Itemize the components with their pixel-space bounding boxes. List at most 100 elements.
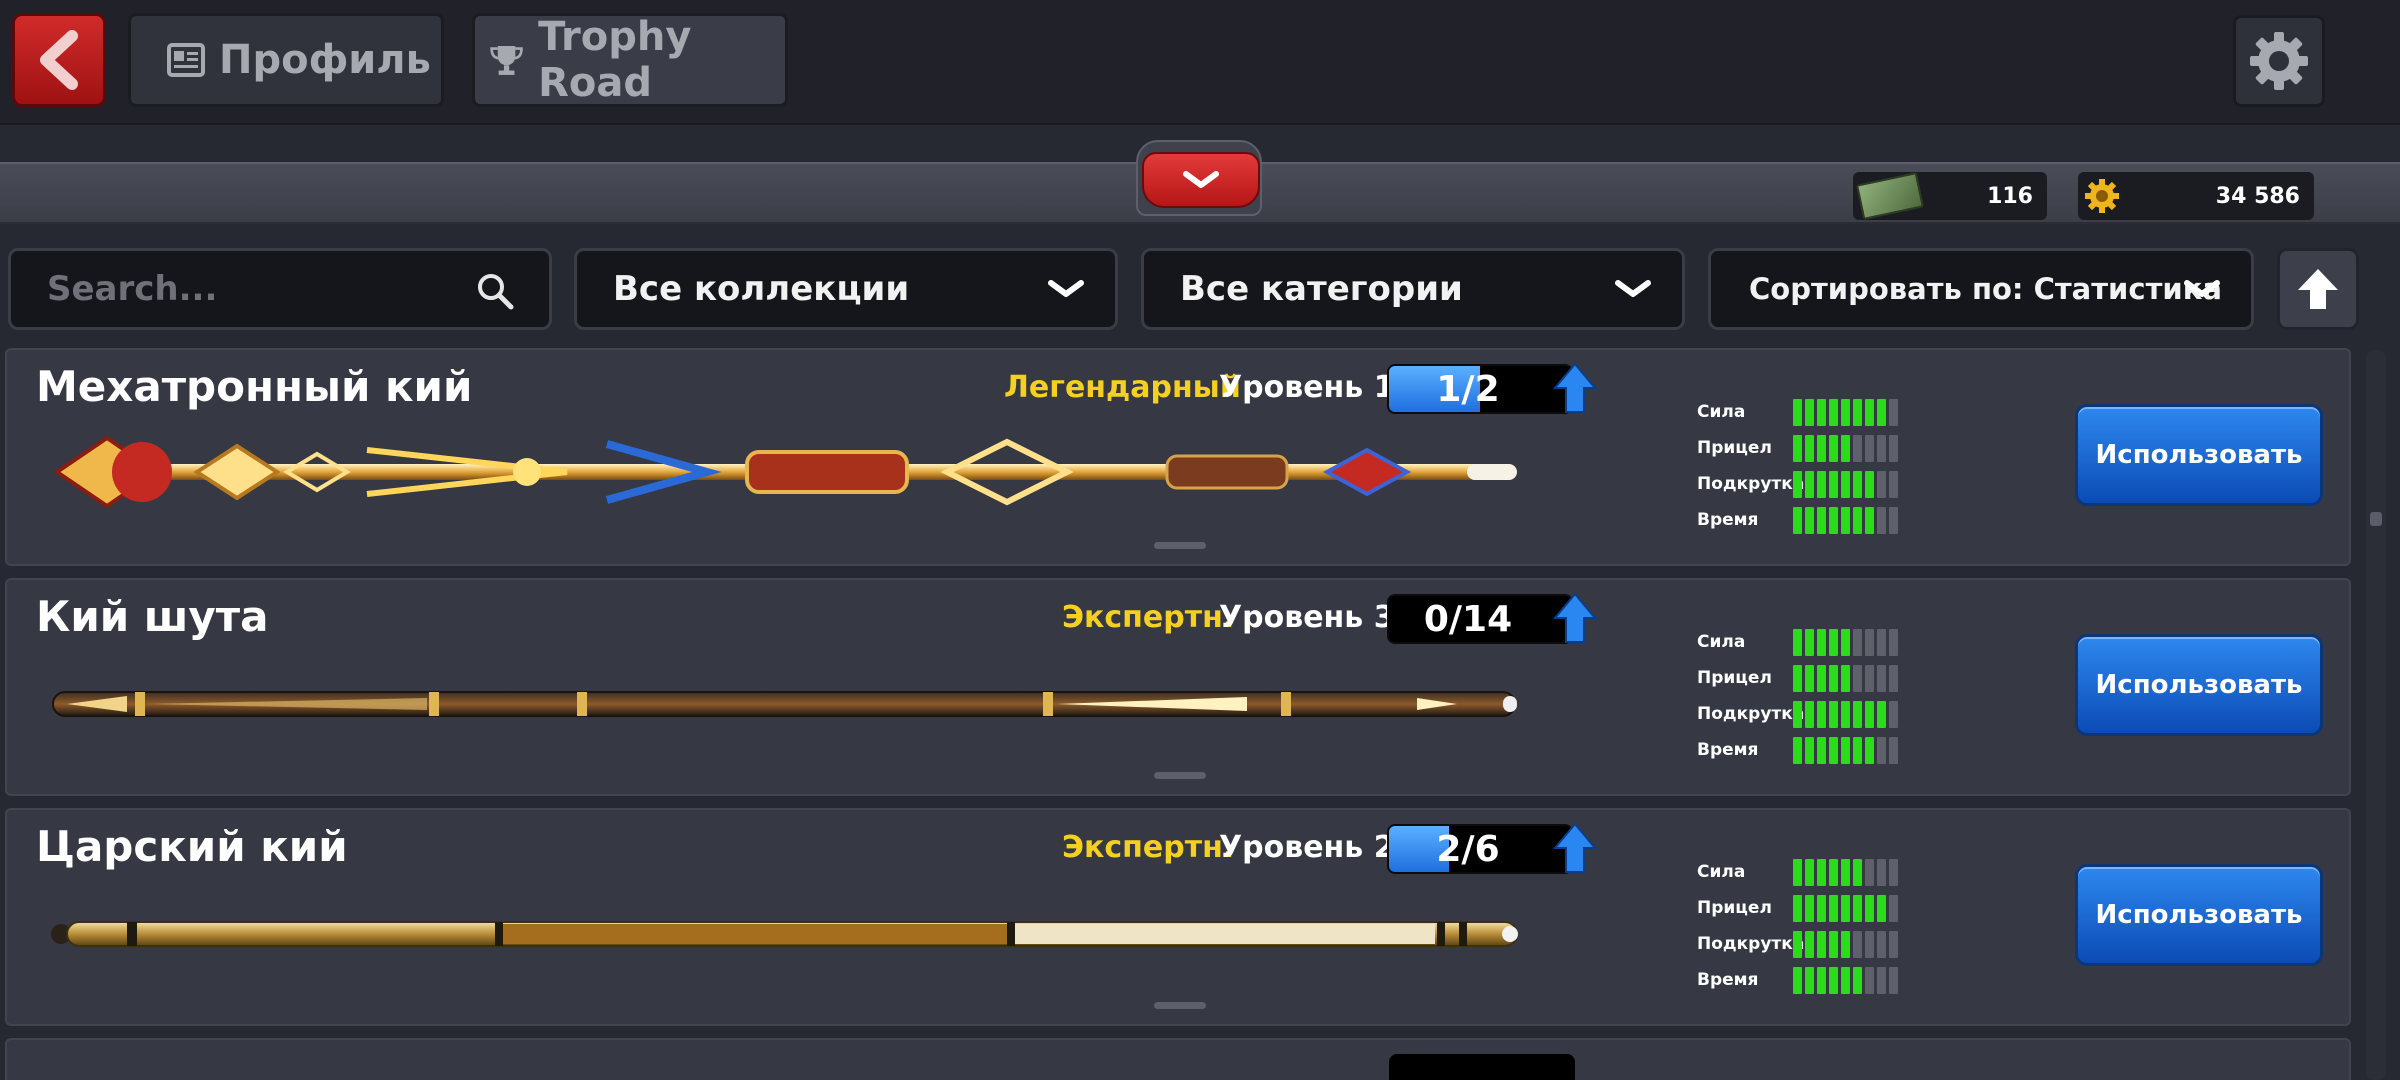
cue-card-partial bbox=[5, 1038, 2351, 1080]
scroll-to-top-button[interactable] bbox=[2277, 248, 2359, 330]
stat-row: Сила bbox=[1697, 394, 1937, 430]
upgrade-arrow-icon[interactable] bbox=[1553, 362, 1597, 414]
profile-card-icon bbox=[167, 43, 205, 77]
coins-counter[interactable]: 34 586 bbox=[2078, 172, 2314, 220]
stat-bar-segment bbox=[1877, 966, 1886, 994]
sort-dropdown[interactable]: Сортировать по: Статистика bbox=[1708, 248, 2254, 330]
stat-bar-segment bbox=[1817, 664, 1826, 692]
card-grip-handle[interactable] bbox=[1154, 542, 1206, 549]
tab-profile[interactable]: Профиль bbox=[128, 13, 444, 107]
stat-bar-segment bbox=[1817, 966, 1826, 994]
stat-row: Время bbox=[1697, 502, 1937, 538]
stat-bar-segment bbox=[1805, 930, 1814, 958]
stat-bar-segment bbox=[1793, 700, 1802, 728]
stat-bar-segment bbox=[1853, 736, 1862, 764]
stat-bar-segment bbox=[1889, 966, 1898, 994]
stat-row: Время bbox=[1697, 962, 1937, 998]
stat-bar-segment bbox=[1805, 858, 1814, 886]
back-arrow-icon bbox=[40, 30, 78, 90]
cue-level: Уровень 1 bbox=[1219, 370, 1395, 405]
stat-bar-segment bbox=[1877, 664, 1886, 692]
stat-bar-segment bbox=[1877, 700, 1886, 728]
stat-bar-segment bbox=[1841, 470, 1850, 498]
collapse-button[interactable] bbox=[1142, 152, 1260, 208]
stat-label: Подкрутка bbox=[1697, 474, 1805, 494]
settings-button[interactable] bbox=[2233, 15, 2325, 107]
stat-bar-segment bbox=[1793, 966, 1802, 994]
collections-value: Все коллекции bbox=[613, 269, 910, 309]
stat-bar-segment bbox=[1829, 470, 1838, 498]
stat-bar-segment bbox=[1877, 398, 1886, 426]
stat-bars bbox=[1793, 966, 1898, 994]
stat-bar-segment bbox=[1805, 398, 1814, 426]
cash-icon bbox=[1855, 171, 1925, 221]
cash-amount: 116 bbox=[1987, 183, 2033, 209]
cue-progress-bar: 2/6 bbox=[1387, 824, 1573, 874]
stat-bar-segment bbox=[1793, 894, 1802, 922]
tab-trophy-road[interactable]: Trophy Road bbox=[472, 13, 788, 107]
stat-bar-segment bbox=[1853, 700, 1862, 728]
upgrade-arrow-icon[interactable] bbox=[1553, 822, 1597, 874]
use-button[interactable]: Использовать bbox=[2075, 634, 2323, 736]
tab-profile-label: Профиль bbox=[219, 37, 431, 83]
card-grip-handle[interactable] bbox=[1154, 1002, 1206, 1009]
stat-label: Время bbox=[1697, 510, 1759, 530]
cue-level: Уровень 2 bbox=[1219, 830, 1395, 865]
stat-row: Сила bbox=[1697, 854, 1937, 890]
categories-dropdown[interactable]: Все категории bbox=[1141, 248, 1685, 330]
cue-progress-bar bbox=[1389, 1054, 1575, 1080]
stat-bar-segment bbox=[1805, 470, 1814, 498]
stat-row: Прицел bbox=[1697, 430, 1937, 466]
cue-image bbox=[52, 691, 1517, 717]
stat-bar-segment bbox=[1889, 628, 1898, 656]
stat-bar-segment bbox=[1889, 894, 1898, 922]
scrollbar-track[interactable] bbox=[2366, 350, 2386, 1080]
stat-bar-segment bbox=[1829, 736, 1838, 764]
scrollbar-thumb[interactable] bbox=[2370, 512, 2382, 526]
stat-bar-segment bbox=[1865, 966, 1874, 994]
stat-bar-segment bbox=[1841, 700, 1850, 728]
cue-stats: Сила Прицел Подкрутка Время bbox=[1697, 854, 1937, 998]
stat-bar-segment bbox=[1877, 470, 1886, 498]
stat-bars bbox=[1793, 506, 1898, 534]
cue-card: Кий шута Экспертн. Уровень 3 0/14 Сила П… bbox=[5, 578, 2351, 796]
stat-bar-segment bbox=[1841, 506, 1850, 534]
stat-bar-segment bbox=[1805, 628, 1814, 656]
stat-bar-segment bbox=[1817, 700, 1826, 728]
use-button[interactable]: Использовать bbox=[2075, 864, 2323, 966]
stat-row: Подкрутка bbox=[1697, 466, 1937, 502]
stat-bar-segment bbox=[1841, 736, 1850, 764]
stat-bar-segment bbox=[1853, 930, 1862, 958]
use-button[interactable]: Использовать bbox=[2075, 404, 2323, 506]
stat-bar-segment bbox=[1793, 398, 1802, 426]
stat-bar-segment bbox=[1865, 930, 1874, 958]
tab-trophy-road-label: Trophy Road bbox=[538, 14, 692, 106]
cue-rarity: Экспертн. bbox=[1062, 600, 1235, 635]
upgrade-arrow-icon[interactable] bbox=[1553, 592, 1597, 644]
stat-bar-segment bbox=[1889, 434, 1898, 462]
collections-dropdown[interactable]: Все коллекции bbox=[574, 248, 1118, 330]
progress-text: 1/2 bbox=[1436, 368, 1500, 410]
stat-bar-segment bbox=[1793, 434, 1802, 462]
stat-bar-segment bbox=[1853, 858, 1862, 886]
stat-bar-segment bbox=[1829, 700, 1838, 728]
chevron-down-icon bbox=[1183, 171, 1219, 188]
cue-image bbox=[53, 435, 1517, 509]
stat-bar-segment bbox=[1817, 470, 1826, 498]
stat-label: Время bbox=[1697, 740, 1759, 760]
stat-bar-segment bbox=[1817, 398, 1826, 426]
cash-counter[interactable]: 116 bbox=[1853, 171, 2047, 221]
back-button[interactable] bbox=[12, 13, 106, 107]
stat-label: Прицел bbox=[1697, 438, 1772, 458]
stat-bar-segment bbox=[1889, 930, 1898, 958]
stat-row: Прицел bbox=[1697, 890, 1937, 926]
cue-rarity: Легендарный bbox=[1004, 370, 1241, 405]
stat-bar-segment bbox=[1829, 628, 1838, 656]
stat-row: Подкрутка bbox=[1697, 696, 1937, 732]
search-input[interactable]: Search... bbox=[8, 248, 552, 330]
chevron-down-icon bbox=[2184, 280, 2220, 297]
stat-bar-segment bbox=[1793, 664, 1802, 692]
stat-bars bbox=[1793, 628, 1898, 656]
stat-bar-segment bbox=[1853, 470, 1862, 498]
card-grip-handle[interactable] bbox=[1154, 772, 1206, 779]
